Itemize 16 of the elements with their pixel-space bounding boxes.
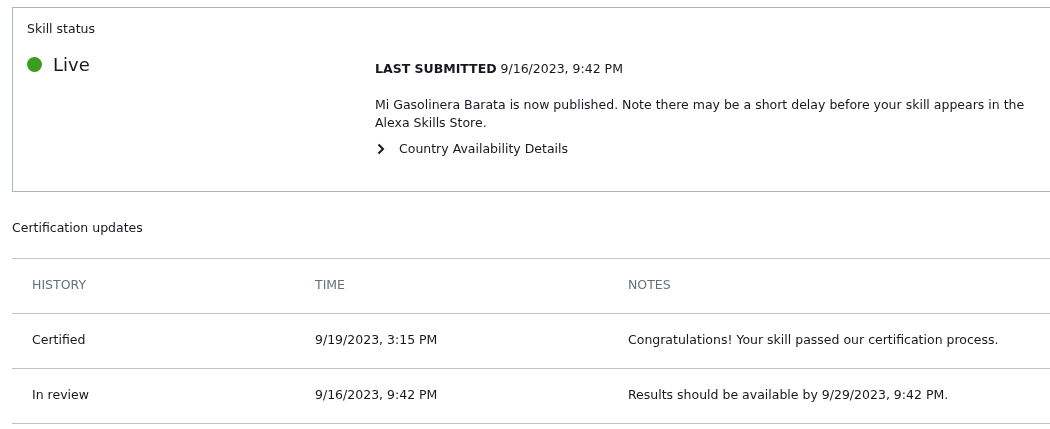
table-cell: 9/19/2023, 3:15 PM (295, 313, 608, 369)
table-cell: Results should be available by 9/29/2023, 9:42 PM. (608, 368, 1050, 424)
published-message: Mi Gasolinera Barata is now published. Note there may be a short delay before your skill appears in the Alexa Skills Store. (375, 95, 1026, 132)
table-cell: Certified (12, 313, 295, 369)
status-label: Live (53, 52, 90, 77)
column-header: HISTORY (12, 258, 295, 314)
last-submitted-text: LAST SUBMITTED 9/16/2023, 9:42 PM (375, 59, 624, 78)
column-header: TIME (295, 258, 608, 314)
table-cell: In review (12, 368, 295, 424)
country-availability-toggle[interactable]: Country Availability Details (375, 139, 569, 158)
table-cell: 9/16/2023, 9:42 PM (295, 368, 608, 424)
section-title: Certification updates (12, 219, 144, 237)
chevron-icon (375, 142, 387, 155)
column-header: NOTES (608, 258, 1050, 314)
panel-title: Skill status (27, 20, 96, 38)
table-cell: Congratulations! Your skill passed our certification process. (608, 313, 1050, 369)
